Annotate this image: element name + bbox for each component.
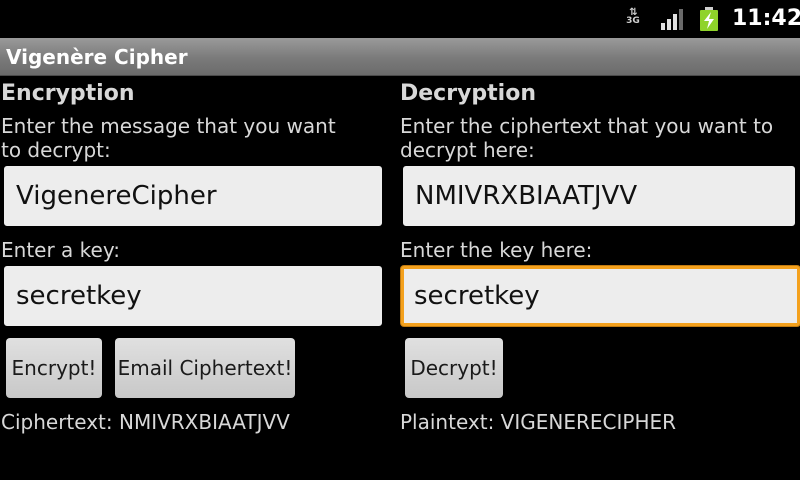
title-bar: Vigenère Cipher bbox=[0, 38, 800, 76]
email-ciphertext-button[interactable]: Email Ciphertext! bbox=[115, 338, 295, 398]
decryption-heading: Decryption bbox=[400, 81, 536, 106]
message-input[interactable]: VigenereCipher bbox=[4, 166, 382, 226]
message-prompt: Enter the message that you want to decry… bbox=[1, 114, 336, 162]
signal-strength-icon bbox=[661, 9, 683, 30]
app-title: Vigenère Cipher bbox=[6, 45, 188, 69]
decryption-key-input[interactable]: secretkey bbox=[401, 266, 800, 326]
encryption-panel: Encryption Enter the message that you wa… bbox=[0, 76, 396, 480]
battery-charging-icon bbox=[700, 7, 718, 31]
network-type-label: 3G bbox=[626, 16, 640, 26]
network-type-icon: ⇅ 3G bbox=[624, 8, 642, 32]
plaintext-result: Plaintext: VIGENERECIPHER bbox=[400, 410, 677, 434]
encryption-heading: Encryption bbox=[1, 81, 135, 106]
ciphertext-input[interactable]: NMIVRXBIAATJVV bbox=[403, 166, 795, 226]
key-prompt: Enter a key: bbox=[1, 238, 120, 262]
encryption-key-input[interactable]: secretkey bbox=[4, 266, 382, 326]
clock: 11:42 bbox=[732, 6, 800, 31]
encrypt-button[interactable]: Encrypt! bbox=[6, 338, 102, 398]
ciphertext-prompt: Enter the ciphertext that you want to de… bbox=[400, 114, 774, 162]
status-bar: ⇅ 3G 11:42 bbox=[0, 0, 800, 38]
decryption-key-prompt: Enter the key here: bbox=[400, 238, 593, 262]
decrypt-button[interactable]: Decrypt! bbox=[405, 338, 503, 398]
decryption-panel: Decryption Enter the ciphertext that you… bbox=[399, 76, 800, 480]
ciphertext-result: Ciphertext: NMIVRXBIAATJVV bbox=[1, 410, 290, 434]
